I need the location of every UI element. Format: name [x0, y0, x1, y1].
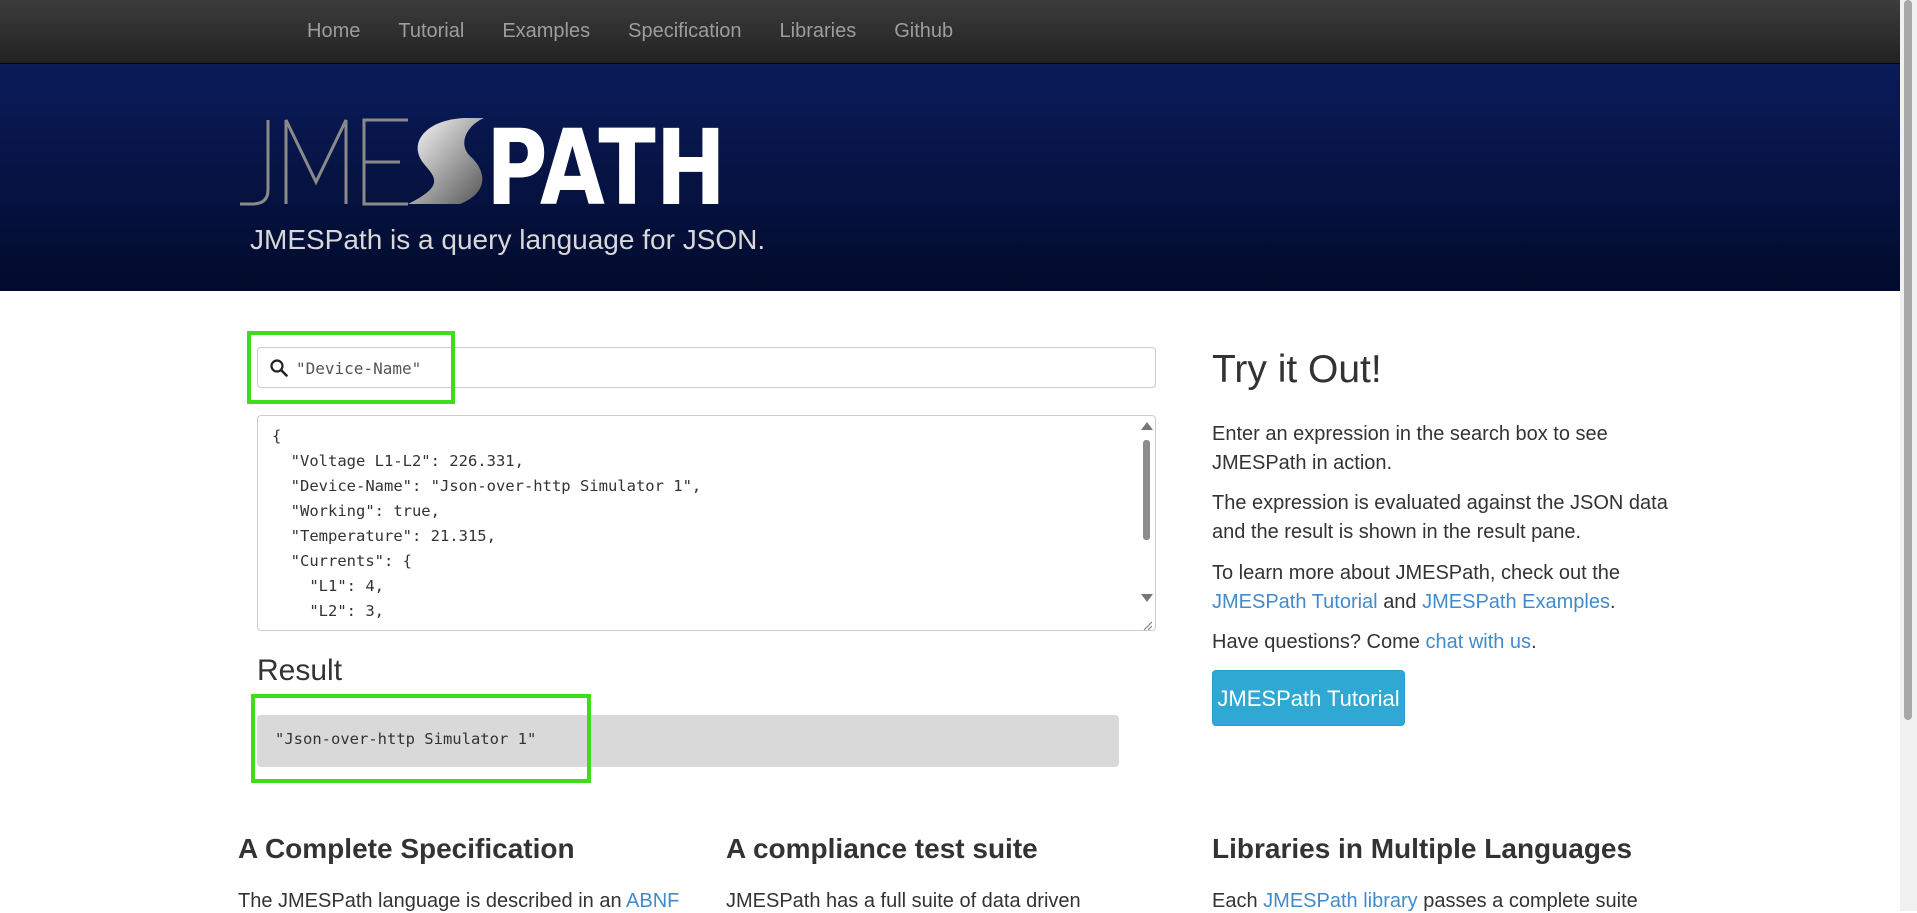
nav-github[interactable]: Github — [875, 0, 972, 63]
spec-text: The JMESPath language is described in an — [238, 890, 622, 912]
expression-search-box — [257, 347, 1156, 389]
p3-suffix: . — [1609, 591, 1616, 613]
result-heading: Result — [257, 654, 343, 687]
libraries-text-prefix: Each — [1212, 890, 1258, 912]
json-input-textarea[interactable]: { "Voltage L1-L2": 226.331, "Device-Name… — [257, 415, 1156, 631]
jmespath-library-link[interactable]: JMESPath library — [1263, 890, 1418, 912]
expression-input[interactable] — [294, 348, 1138, 389]
svg-text:PATH: PATH — [486, 112, 726, 212]
compliance-text: JMESPath has a full suite of data driven — [726, 890, 1081, 912]
json-input-text: { "Voltage L1-L2": 226.331, "Device-Name… — [272, 427, 702, 630]
libraries-text-suffix: passes a complete suite — [1423, 890, 1638, 912]
page-scrollbar[interactable] — [1900, 0, 1917, 911]
nav-specification[interactable]: Specification — [609, 0, 760, 63]
chat-with-us-link[interactable]: chat with us — [1425, 631, 1531, 653]
textarea-scrollbar[interactable] — [1138, 416, 1155, 606]
abnf-link[interactable]: ABNF — [626, 890, 679, 912]
p3-prefix: To learn more about JMESPath, check out … — [1212, 562, 1620, 584]
result-value: "Json-over-http Simulator 1" — [275, 730, 537, 748]
section-text-specification: The JMESPath language is described in an… — [238, 890, 679, 913]
section-text-compliance: JMESPath has a full suite of data driven — [726, 890, 1081, 913]
scroll-down-arrow-icon[interactable] — [1141, 594, 1153, 602]
scroll-up-arrow-icon[interactable] — [1141, 422, 1153, 430]
section-title-specification: A Complete Specification — [238, 833, 575, 864]
jmespath-tutorial-link[interactable]: JMESPath Tutorial — [1212, 591, 1378, 613]
textarea-scroll-thumb[interactable] — [1143, 440, 1150, 540]
p4-prefix: Have questions? Come — [1212, 631, 1420, 653]
result-pane: "Json-over-http Simulator 1" — [257, 715, 1119, 767]
try-it-paragraph-2: The expression is evaluated against the … — [1212, 492, 1668, 543]
jmespath-tutorial-button[interactable]: JMESPath Tutorial — [1212, 670, 1405, 726]
nav-libraries[interactable]: Libraries — [761, 0, 876, 63]
try-it-paragraph-1: Enter an expression in the search box to… — [1212, 423, 1608, 474]
jmespath-logo: PATH — [238, 107, 738, 229]
tagline: JMESPath is a query language for JSON. — [250, 224, 766, 255]
section-title-libraries: Libraries in Multiple Languages — [1212, 833, 1633, 864]
resize-handle-icon[interactable] — [1142, 617, 1153, 630]
p3-and: and — [1383, 591, 1417, 613]
nav-home[interactable]: Home — [288, 0, 379, 63]
section-text-libraries: Each JMESPath library passes a complete … — [1212, 890, 1638, 913]
try-it-heading: Try it Out! — [1212, 348, 1382, 391]
jmespath-examples-link[interactable]: JMESPath Examples — [1422, 591, 1610, 613]
search-icon — [270, 359, 288, 382]
hero-header: PATH JMESPath is a query language for JS… — [0, 64, 1900, 291]
nav-examples[interactable]: Examples — [483, 0, 609, 63]
p4-suffix: . — [1531, 631, 1537, 653]
nav-menu: Home Tutorial Examples Specification Lib… — [288, 0, 972, 63]
try-it-paragraph-3: To learn more about JMESPath, check out … — [1212, 559, 1672, 617]
section-title-compliance: A compliance test suite — [726, 833, 1038, 864]
try-it-paragraph-4: Have questions? Come chat with us. — [1212, 628, 1672, 657]
nav-tutorial[interactable]: Tutorial — [379, 0, 483, 63]
page-scroll-thumb[interactable] — [1904, 0, 1912, 720]
top-navbar: Home Tutorial Examples Specification Lib… — [0, 0, 1900, 64]
